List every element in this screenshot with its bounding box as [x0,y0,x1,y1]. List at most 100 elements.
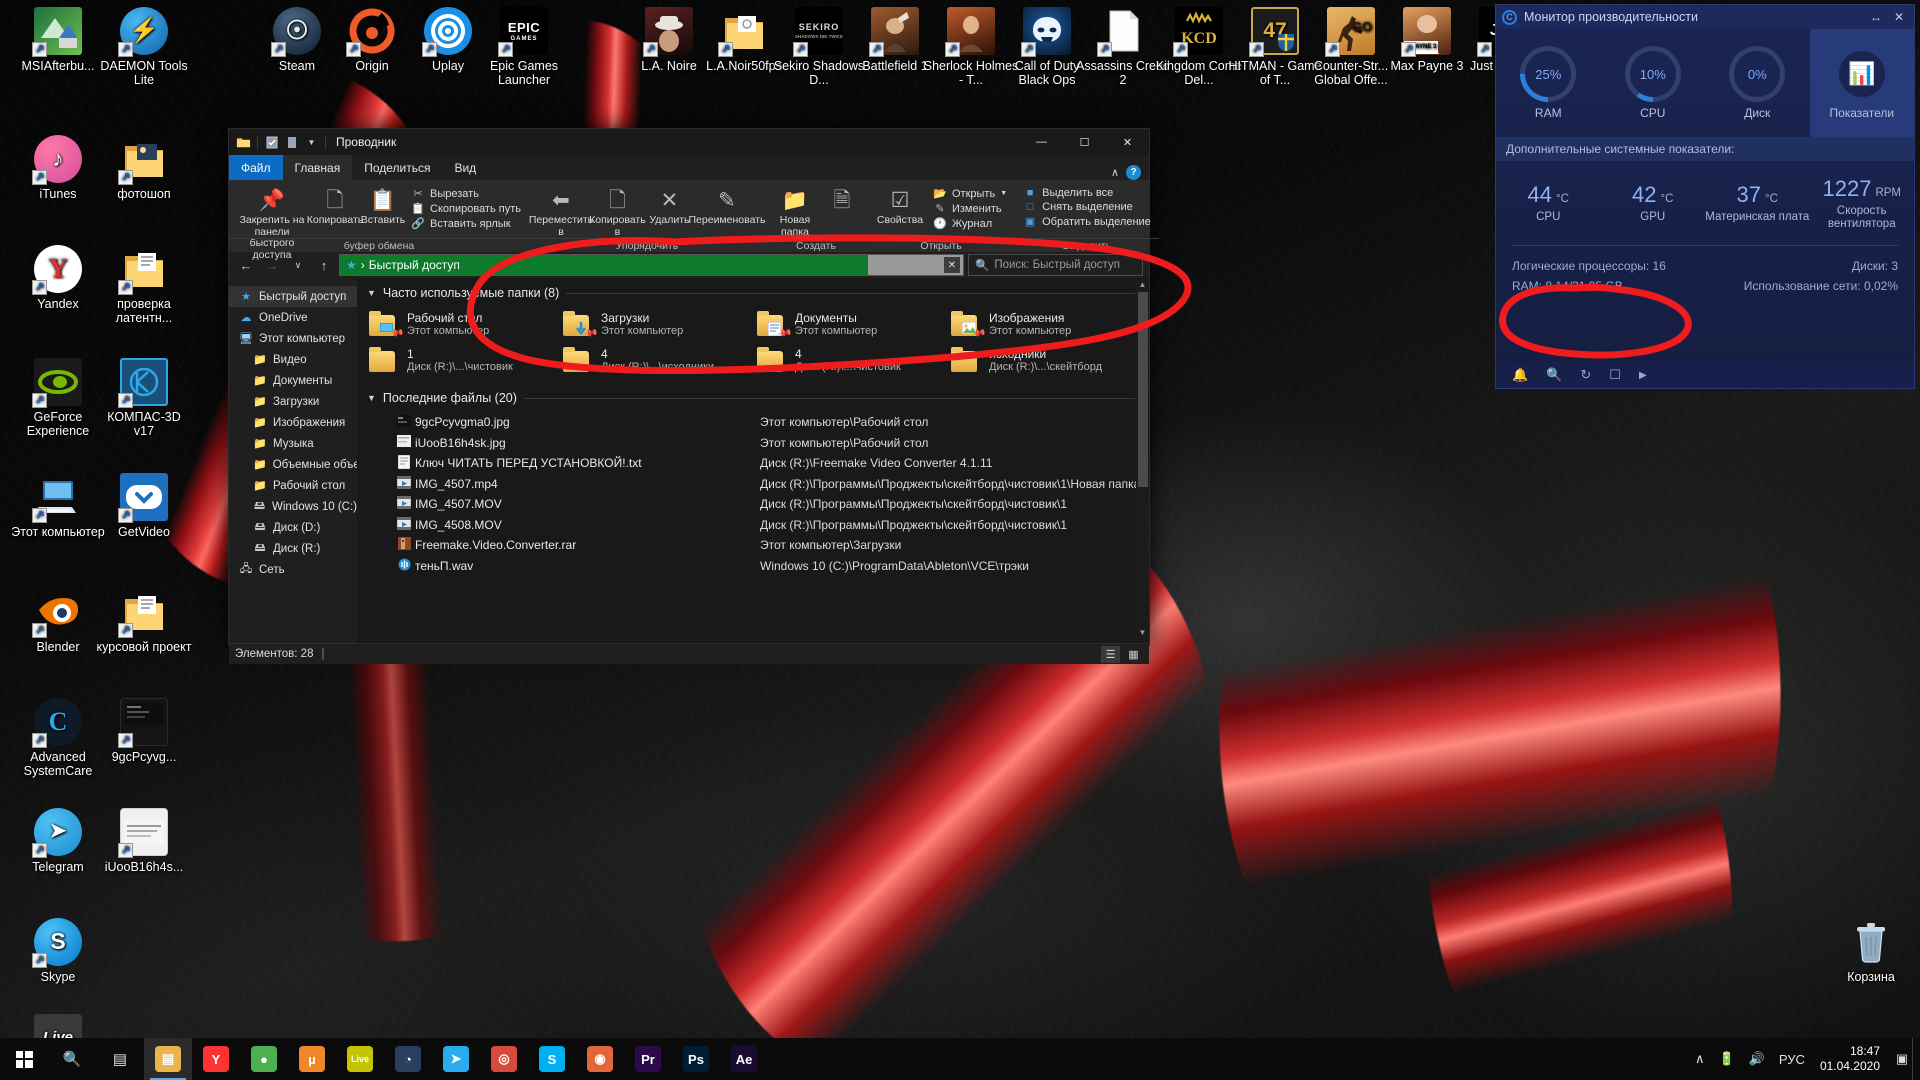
ribbon-pasteshortcut-button[interactable]: 🔗 Вставить ярлык [411,217,521,231]
perfmon-gauge-ram[interactable]: 25% RAM [1496,29,1601,137]
frequent-folder-item[interactable]: 📌 Изображения Этот компьютер [947,308,1141,342]
perfmon-gauges[interactable]: 25% RAM 10% CPU 0% Диск 📊 Показатели [1496,29,1914,137]
nav-item-рабочий-стол[interactable]: 📁 Рабочий стол [229,475,357,496]
content-pane[interactable]: ▼ Часто используемые папки (8) 📌 Рабочий … [357,278,1149,643]
address-bar[interactable]: ← → ∨ ↑ ★ › Быстрый доступ ✕ 🔍 Поиск: Бы… [229,252,1149,278]
taskbar-app-chrome2[interactable]: ◉ [576,1038,624,1080]
recent-file-row[interactable]: теньП.wav Windows 10 (C:)\ProgramData\Abl… [357,556,1149,577]
show-desktop-button[interactable] [1912,1038,1920,1080]
nav-item-изображения[interactable]: 📁 Изображения [229,412,357,433]
recent-file-row[interactable]: iUooB16h4sk.jpg Этот компьютер\Рабочий ст… [357,433,1149,454]
recent-files-list[interactable]: 9gcPcyvgma0.jpg Этот компьютер\Рабочий ст… [357,407,1149,576]
ribbon-rename-button[interactable]: ✎ Переименовать [689,184,766,227]
ribbon-cut-button[interactable]: ✂ Вырезать [411,187,521,201]
nav-item-музыка[interactable]: 📁 Музыка [229,433,357,454]
frequent-folder-item[interactable]: 📌 Рабочий стол Этот компьютер [365,308,559,342]
qat-properties-icon[interactable] [263,134,280,151]
frequent-folders-grid[interactable]: 📌 Рабочий стол Этот компьютер 📌 Загрузки Этот… [357,302,1149,378]
taskbar-app-list[interactable]: ▤ Y ● µ Live ◔ ➤ ◎ S ◉ Pr Ps Ae [144,1038,768,1080]
desktop-icon-geforce-experience[interactable]: GeForce Experience [10,358,106,438]
clock[interactable]: 18:47 01.04.2020 [1812,1044,1892,1074]
recent-file-row[interactable]: Freemake.Video.Converter.rar Этот компьют… [357,535,1149,556]
desktop-icon-advanced-systemcare[interactable]: C Advanced SystemCare [10,698,106,778]
screenshot-icon[interactable]: ☐ [1609,367,1621,383]
perfmon-close-icon[interactable]: ✕ [1894,10,1904,24]
nav-item-видео[interactable]: 📁 Видео [229,349,357,370]
tiles-view-button[interactable]: ▦ [1124,646,1143,663]
breadcrumb-bar[interactable]: ★ › Быстрый доступ ✕ [339,254,964,276]
battery-icon[interactable]: 🔋 [1712,1051,1742,1067]
taskbar-app-photoshop[interactable]: Ps [672,1038,720,1080]
ribbon-delete-button[interactable]: ✕ Удалить [646,184,693,227]
qat-dropdown-icon[interactable]: ▼ [303,134,320,151]
system-tray[interactable]: ∧ 🔋 🔊 РУС 18:47 01.04.2020 ▣ [1688,1038,1920,1080]
desktop-icon-skype[interactable]: S Skype [10,918,106,985]
perfmon-gauge-показатели[interactable]: 📊 Показатели [1809,29,1914,137]
frequent-folder-item[interactable]: 📌 исходникиДиск (R:)\...\скейтборд [947,344,1141,376]
desktop-icon-iuoob16h4s[interactable]: iUooB16h4s... [96,808,192,875]
ribbon-properties-button[interactable]: ☑ Свойства [871,184,929,227]
ribbon-copy-button[interactable]: 🗋 Копировать [307,184,364,227]
perfmon-collapse-icon[interactable]: ↔ [1870,10,1882,24]
desktop-icon-blender[interactable]: Blender [10,588,106,655]
frequent-folder-item[interactable]: 📌 4Диск (R:)\...\чистовик [753,344,947,376]
taskbar-app-chrome[interactable]: ◎ [480,1038,528,1080]
chevron-down-icon[interactable]: ▼ [367,393,376,403]
taskbar[interactable]: 🔍 ▤ ▤ Y ● µ Live ◔ ➤ ◎ S ◉ Pr Ps Ae ∧ 🔋 🔊 РУС 18:47 … [0,1038,1920,1080]
ribbon-edit-button[interactable]: ✎ Изменить [933,202,1007,216]
ribbon-copyto-button[interactable]: 🗋 Копировать в [589,184,646,238]
nav-item-диск-d[interactable]: 🖴 Диск (D:) [229,517,357,538]
search-icon[interactable]: 🔍 [1546,367,1562,383]
search-box[interactable]: 🔍 Поиск: Быстрый доступ [968,254,1143,276]
bell-icon[interactable]: 🔔 [1512,367,1528,383]
taskbar-app-yandex[interactable]: Y [192,1038,240,1080]
frequent-folder-item[interactable]: 📌 1Диск (R:)\...\чистовик [365,344,559,376]
nav-item-onedrive[interactable]: ☁ OneDrive [229,307,357,328]
desktop-icon-epic-games-launcher[interactable]: EPICGAMES Epic Games Launcher [476,7,572,87]
nav-item-этот-компьютер[interactable]: 🖥 Этот компьютер [229,328,357,349]
ribbon-newfolder-button[interactable]: 📁 Новая папка [769,184,821,238]
ribbon-paste-button[interactable]: 📋 Вставить [359,184,407,227]
desktop-icon-telegram[interactable]: ➤ Telegram [10,808,106,875]
desktop-icon-yandex[interactable]: Y Yandex [10,245,106,312]
refresh-icon[interactable]: ↻ [1580,367,1591,383]
tab-view[interactable]: Вид [442,155,488,180]
nav-item-windows-10-c[interactable]: 🖴 Windows 10 (C:) [229,496,357,517]
language-indicator[interactable]: РУС [1772,1052,1812,1067]
recent-file-row[interactable]: IMG_4507.MOV Диск (R:)\Программы\Проджект… [357,494,1149,515]
ribbon[interactable]: 📌 Закрепить на панели быстрого доступа 🗋… [229,180,1159,260]
desktop-icon-9gcpcyvg[interactable]: 9gcPcyvg... [96,698,192,765]
frequent-folder-item[interactable]: 📌 4Диск (R:)\...\исходники [559,344,753,376]
scroll-down-icon[interactable]: ▼ [1136,628,1149,641]
recent-files-header[interactable]: ▼ Последние файлы (20) [357,378,1149,407]
nav-item-диск-r[interactable]: 🖴 Диск (R:) [229,538,357,559]
tab-share[interactable]: Поделиться [352,155,442,180]
desktop-icon-msiafterbu[interactable]: MSIAfterbu... [10,7,106,74]
minimize-button[interactable]: — [1020,129,1063,155]
nav-item-быстрый-доступ[interactable]: ★ Быстрый доступ [229,286,357,307]
recent-file-row[interactable]: IMG_4508.MOV Диск (R:)\Программы\Проджект… [357,515,1149,536]
volume-icon[interactable]: 🔊 [1742,1051,1772,1067]
chevron-down-icon[interactable]: ▼ [367,288,376,298]
taskbar-app-skype[interactable]: S [528,1038,576,1080]
taskbar-app-telegram[interactable]: ➤ [432,1038,480,1080]
window-controls[interactable]: — ☐ ✕ [1020,129,1149,155]
navigation-pane[interactable]: ★ Быстрый доступ ☁ OneDrive 🖥 Этот компьютер 📁… [229,278,357,643]
scrollbar-thumb[interactable] [1138,292,1148,487]
up-button[interactable]: ↑ [313,254,335,276]
content-scrollbar[interactable]: ▲ ▼ [1136,278,1149,643]
help-icon[interactable]: ? [1126,165,1141,180]
clear-address-icon[interactable]: ✕ [944,257,960,273]
ribbon-open-button[interactable]: 📂 Открыть ▼ [933,187,1007,201]
desktop-icon-проверка-латентн[interactable]: проверка латентн... [96,245,192,325]
performance-monitor-widget[interactable]: C Монитор производительности ↔ ✕ 25% RAM 1… [1495,4,1915,389]
desktop-icon-itunes[interactable]: ♪ iTunes [10,135,106,202]
desktop-icon-recycle-bin[interactable]: Корзина [1823,918,1919,985]
frequent-folder-item[interactable]: 📌 Документы Этот компьютер [753,308,947,342]
quick-access-toolbar[interactable]: ▼ [235,134,328,151]
taskbar-app-utorrent[interactable]: µ [288,1038,336,1080]
nav-item-документы[interactable]: 📁 Документы [229,370,357,391]
ribbon-tabs[interactable]: Файл Главная Поделиться Вид ∧ ? [229,155,1149,180]
frequent-folder-item[interactable]: 📌 Загрузки Этот компьютер [559,308,753,342]
more-icon[interactable]: ▶ [1639,370,1647,381]
